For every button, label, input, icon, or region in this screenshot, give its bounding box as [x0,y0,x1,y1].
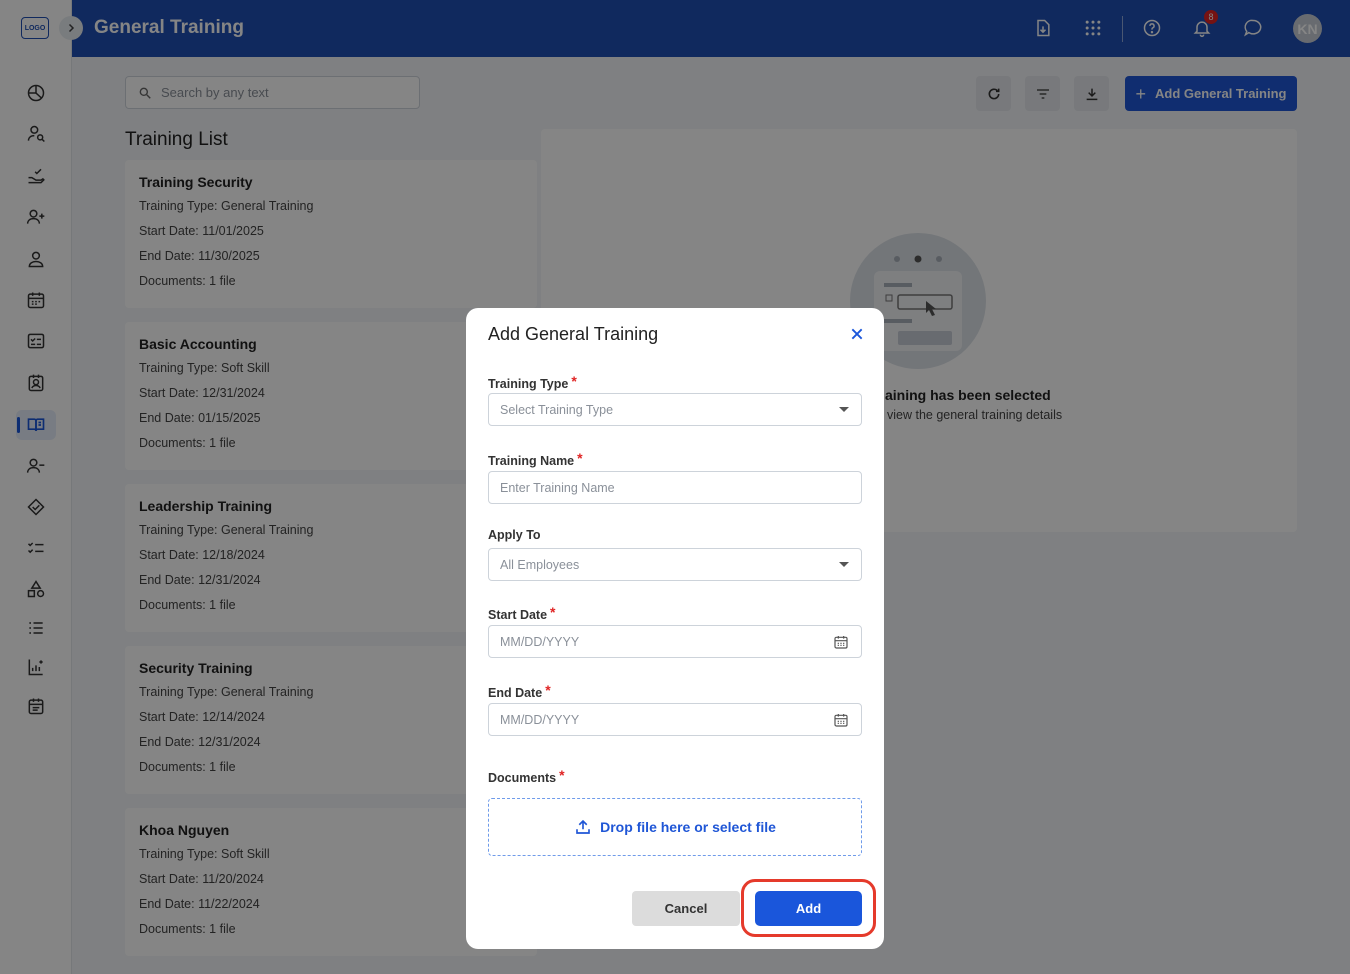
training-type-label-text: Training Type [488,377,569,391]
close-icon [851,328,863,340]
training-name-input[interactable] [500,480,820,495]
calendar-icon[interactable] [833,712,849,728]
end-date-label-text: End Date [488,686,543,700]
documents-label-text: Documents [488,771,557,785]
start-date-label-text: Start Date [488,608,548,622]
documents-label: Documents * [488,767,565,785]
close-button[interactable] [848,325,866,343]
caret-down-icon [839,562,849,567]
required-marker: * [550,604,556,620]
required-marker: * [559,767,565,783]
training-name-label-text: Training Name [488,454,575,468]
training-type-select[interactable]: Select Training Type [488,393,862,426]
end-date-label: End Date * [488,682,551,700]
modal-title: Add General Training [488,324,659,344]
file-dropzone[interactable]: Drop file here or select file [488,798,862,856]
caret-down-icon [839,407,849,412]
start-date-label: Start Date * [488,604,556,622]
apply-to-select[interactable]: All Employees [488,548,862,581]
required-marker: * [577,450,583,466]
end-date-field[interactable] [488,703,862,736]
calendar-icon[interactable] [833,634,849,650]
upload-icon [576,819,590,834]
training-name-field[interactable] [488,471,862,504]
training-name-label: Training Name * [488,450,583,468]
add-button-highlight [741,879,876,937]
training-type-placeholder: Select Training Type [500,402,614,417]
add-general-training-modal: Add General Training Training Type * Sele… [466,308,884,949]
cancel-button[interactable]: Cancel [632,891,740,926]
end-date-input[interactable] [500,712,820,727]
apply-to-value: All Employees [500,557,580,572]
apply-to-label: Apply To [488,528,541,542]
required-marker: * [571,373,577,389]
required-marker: * [545,682,551,698]
dropzone-text: Drop file here or select file [600,819,776,835]
start-date-field[interactable] [488,625,862,658]
start-date-input[interactable] [500,634,820,649]
training-type-label: Training Type * [488,373,577,391]
